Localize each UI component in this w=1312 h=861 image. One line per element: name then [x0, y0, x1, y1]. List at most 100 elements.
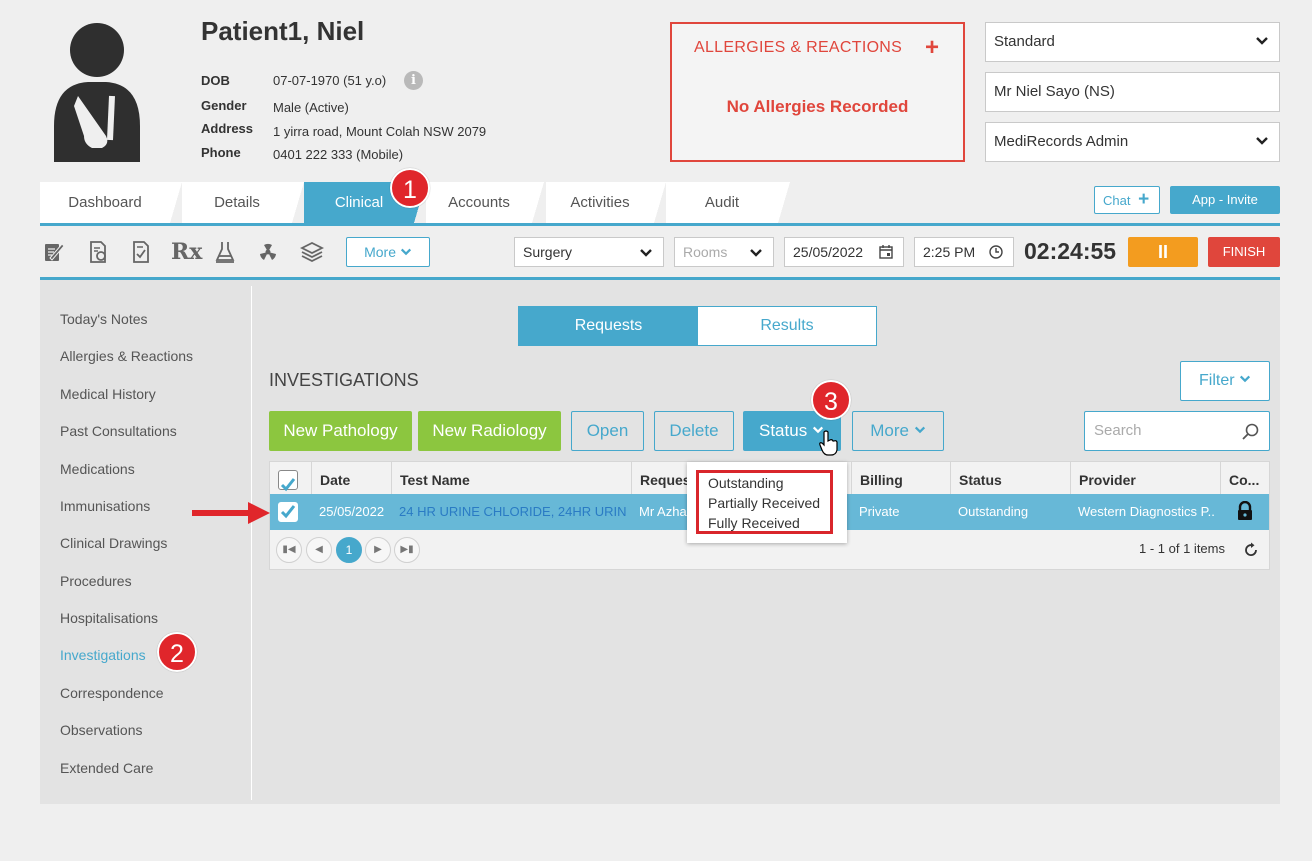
finish-button[interactable]: FINISH [1208, 237, 1280, 267]
user-select[interactable]: MediRecords Admin [985, 122, 1280, 162]
column-header-billing[interactable]: Billing [851, 462, 950, 494]
tab-underline [40, 223, 1280, 226]
cell-test-name[interactable]: 24 HR URINE CHLORIDE, 24HR URINE ... [391, 494, 626, 530]
last-page-icon[interactable]: ▶▮ [394, 537, 420, 563]
chat-button[interactable]: Chat + [1094, 186, 1160, 214]
sidebar-item-extended-care[interactable]: Extended Care [60, 760, 153, 776]
checkmark-icon [280, 505, 296, 519]
requests-tab[interactable]: Requests [519, 307, 698, 345]
document-icon[interactable] [86, 240, 110, 264]
tab-details[interactable]: Details [182, 182, 292, 223]
sidebar-item-hospitalisations[interactable]: Hospitalisations [60, 610, 158, 626]
column-header-confidential[interactable]: Co... [1220, 462, 1269, 494]
row-checkbox[interactable] [278, 502, 298, 522]
sidebar-divider [251, 286, 252, 800]
cell-date: 25/05/2022 [319, 504, 385, 519]
no-allergies-message: No Allergies Recorded [726, 97, 909, 116]
add-allergy-icon[interactable]: + [925, 34, 939, 62]
sidebar-item-correspondence[interactable]: Correspondence [60, 685, 164, 701]
date-field[interactable]: 25/05/2022 [784, 237, 904, 267]
time-field[interactable]: 2:25 PM [914, 237, 1014, 267]
sidebar-item-medical-history[interactable]: Medical History [60, 386, 156, 402]
plus-icon: + [1138, 189, 1150, 210]
tab-activities[interactable]: Activities [546, 182, 654, 223]
dob-label: DOB [201, 73, 230, 88]
select-all-checkbox[interactable] [278, 470, 298, 492]
pointer-arrow-icon [192, 502, 270, 524]
sidebar-item-investigations[interactable]: Investigations [60, 647, 146, 663]
report-icon[interactable] [129, 240, 153, 264]
sidebar-item-medications[interactable]: Medications [60, 461, 135, 477]
chevron-down-icon [914, 426, 925, 434]
time-value: 2:25 PM [923, 244, 976, 260]
patient-name: Patient1, Niel [201, 16, 365, 46]
user-select-value: MediRecords Admin [994, 133, 1129, 150]
new-pathology-button[interactable]: New Pathology [269, 411, 412, 451]
page-number[interactable]: 1 [336, 537, 362, 563]
new-radiology-button[interactable]: New Radiology [418, 411, 561, 451]
sidebar-item-observations[interactable]: Observations [60, 722, 142, 738]
delete-button[interactable]: Delete [654, 411, 734, 451]
address-value: 1 yirra road, Mount Colah NSW 2079 [273, 124, 487, 139]
pause-button[interactable]: II [1128, 237, 1198, 267]
phone-label: Phone [201, 145, 241, 160]
stack-icon[interactable] [300, 240, 324, 264]
app-invite-button[interactable]: App - Invite [1170, 186, 1280, 214]
chevron-down-icon [400, 248, 411, 256]
sidebar-item-procedures[interactable]: Procedures [60, 573, 132, 589]
rooms-placeholder: Rooms [683, 244, 728, 260]
column-header-status[interactable]: Status [950, 462, 1070, 494]
calendar-icon[interactable] [879, 245, 893, 259]
chevron-down-icon [640, 249, 652, 257]
prescription-icon[interactable]: Rx [171, 240, 202, 264]
tab-dashboard[interactable]: Dashboard [40, 182, 170, 223]
sidebar-item-clinical-drawings[interactable]: Clinical Drawings [60, 535, 167, 551]
tab-edge [170, 182, 182, 223]
practitioner-value: Mr Niel Sayo (NS) [994, 83, 1115, 100]
notes-icon[interactable] [42, 240, 66, 264]
open-button[interactable]: Open [571, 411, 644, 451]
radiation-icon[interactable] [256, 240, 280, 264]
sidebar-item-allergies[interactable]: Allergies & Reactions [60, 348, 193, 364]
gender-value: Male (Active) [273, 100, 349, 115]
toolbar-more-button[interactable]: More [346, 237, 430, 267]
results-tab[interactable]: Results [698, 307, 876, 345]
more-actions-button[interactable]: More [852, 411, 944, 451]
first-page-icon[interactable]: ▮◀ [276, 537, 302, 563]
lab-flask-icon[interactable] [213, 240, 237, 264]
info-icon[interactable]: i [404, 71, 423, 90]
callout-badge-2: 2 [157, 632, 197, 672]
filter-button[interactable]: Filter [1180, 361, 1270, 401]
allergies-panel: ALLERGIES & REACTIONS + No Allergies Rec… [670, 22, 965, 162]
clock-icon[interactable] [989, 245, 1003, 259]
sidebar-item-past-consultations[interactable]: Past Consultations [60, 423, 177, 439]
search-input[interactable]: Search [1084, 411, 1270, 451]
dob-value: 07-07-1970 (51 y.o) [273, 73, 387, 88]
prev-page-icon[interactable]: ◀ [306, 537, 332, 563]
chevron-down-icon [1256, 137, 1268, 145]
hand-cursor-icon [819, 430, 838, 456]
practitioner-field[interactable]: Mr Niel Sayo (NS) [985, 72, 1280, 112]
column-header-date[interactable]: Date [311, 462, 391, 494]
column-header-test-name[interactable]: Test Name [391, 462, 631, 494]
location-select[interactable]: Surgery [514, 237, 664, 267]
status-label: Status [759, 421, 808, 440]
tab-edge [654, 182, 666, 223]
cell-billing: Private [859, 504, 900, 519]
search-placeholder: Search [1094, 422, 1142, 439]
tab-audit[interactable]: Audit [666, 182, 778, 223]
page-title: INVESTIGATIONS [269, 370, 419, 390]
sidebar-item-immunisations[interactable]: Immunisations [60, 498, 150, 514]
highlight-box [696, 470, 833, 534]
rooms-select[interactable]: Rooms [674, 237, 774, 267]
callout-badge-3: 3 [811, 380, 851, 420]
lock-icon [1238, 501, 1252, 520]
search-icon[interactable] [1242, 423, 1259, 440]
tab-accounts[interactable]: Accounts [426, 182, 532, 223]
refresh-icon[interactable] [1243, 542, 1259, 558]
select-all-header[interactable] [270, 462, 311, 494]
template-select[interactable]: Standard [985, 22, 1280, 62]
sidebar-item-todays-notes[interactable]: Today's Notes [60, 311, 148, 327]
next-page-icon[interactable]: ▶ [365, 537, 391, 563]
column-header-provider[interactable]: Provider [1070, 462, 1220, 494]
